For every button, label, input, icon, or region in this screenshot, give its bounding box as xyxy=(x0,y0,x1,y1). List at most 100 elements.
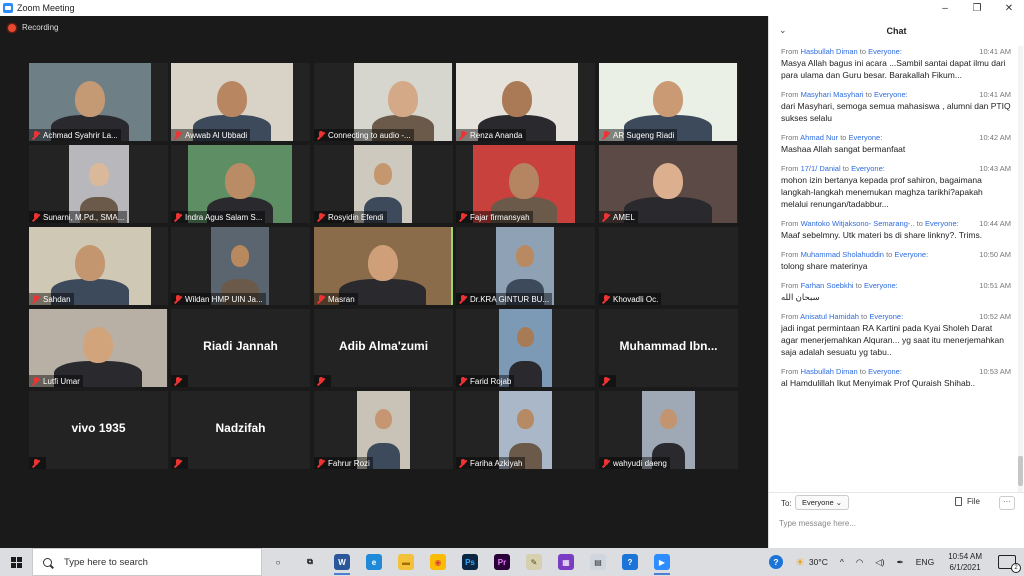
word-taskbar-button[interactable]: W xyxy=(326,548,358,576)
weather-temp[interactable]: 30°C xyxy=(809,557,828,567)
cortana-taskbar-button[interactable]: ○ xyxy=(262,548,294,576)
participant-name: Sahdan xyxy=(43,294,71,304)
participant-display-name: Muhammad Ibn... xyxy=(619,339,718,353)
chat-message-text: al Hamdulillah Ikut Menyimak Prof Qurais… xyxy=(781,378,976,388)
participant-namebar: Fajar firmansyah xyxy=(456,211,533,223)
media-app-taskbar-button[interactable]: ▦ xyxy=(550,548,582,576)
participant-tile[interactable]: Adib Alma'zumi xyxy=(314,309,453,387)
file-explorer-taskbar-button[interactable]: ▬ xyxy=(390,548,422,576)
more-options-button[interactable]: ··· xyxy=(999,496,1015,510)
weather-icon[interactable]: ☀ xyxy=(795,556,805,569)
printer-app-taskbar-button[interactable]: ▤ xyxy=(582,548,614,576)
participant-tile[interactable]: Fajar firmansyah xyxy=(456,145,595,223)
person-face xyxy=(509,163,539,199)
participant-tile[interactable]: Fariha Azkiyah xyxy=(456,391,595,469)
chat-title: Chat xyxy=(886,26,907,36)
chrome-taskbar-button[interactable]: ◉ xyxy=(422,548,454,576)
volume-icon[interactable]: ◁) xyxy=(875,557,884,568)
participant-tile[interactable]: vivo 1935 xyxy=(29,391,168,469)
chat-message-list[interactable]: From Hasbullah Diman to Everyone: 10:41 A… xyxy=(769,46,1024,492)
participant-tile[interactable]: Dr.KRA GINTUR BU... xyxy=(456,227,595,305)
participant-namebar: AR Sugeng Riadi xyxy=(599,129,678,141)
chat-sender[interactable]: Farhan Soebkhi xyxy=(801,281,854,290)
participant-namebar: Rosyidin Efendi xyxy=(314,211,387,223)
chat-sender[interactable]: Hasbullah Diman xyxy=(801,367,858,376)
chat-message: From Farhan Soebkhi to Everyone: 10:51 AM… xyxy=(769,280,1024,303)
chat-message-meta: From Muhammad Sholahuddin to Everyone: 10… xyxy=(781,249,1011,260)
tool-taskbar-button[interactable]: ✎ xyxy=(518,548,550,576)
premiere-taskbar-button[interactable]: Pr xyxy=(486,548,518,576)
recording-dot-icon xyxy=(8,23,16,32)
mic-muted-icon xyxy=(602,294,610,304)
notification-center-icon[interactable]: 2 xyxy=(998,555,1021,573)
participant-tile[interactable]: Farid Rojab xyxy=(456,309,595,387)
participant-tile[interactable]: AR Sugeng Riadi xyxy=(599,63,738,141)
chevron-down-icon[interactable]: ⌄ xyxy=(779,25,787,36)
restore-button[interactable]: ❐ xyxy=(962,0,992,16)
chat-sender[interactable]: Muhammad Sholahuddin xyxy=(801,250,884,259)
participant-tile[interactable]: Masran xyxy=(314,227,453,305)
participant-namebar: Khovadli Oc. xyxy=(599,293,662,305)
taskbar-search-box[interactable]: Type here to search xyxy=(32,548,262,576)
chat-sender[interactable]: Hasbullah Diman xyxy=(801,47,858,56)
participant-tile[interactable]: Khovadli Oc. xyxy=(599,227,738,305)
close-button[interactable]: ✕ xyxy=(994,0,1024,16)
mic-muted-icon xyxy=(174,130,182,140)
pen-icon[interactable]: ✒ xyxy=(897,557,904,568)
chat-message: From Hasbullah Diman to Everyone: 10:41 A… xyxy=(769,46,1024,81)
participant-name: Fahrur Rozi xyxy=(328,458,370,468)
edge-icon: e xyxy=(366,554,382,570)
chat-sender[interactable]: Masyhari Masyhari xyxy=(801,90,864,99)
file-button[interactable]: File xyxy=(955,497,980,506)
participant-tile[interactable]: Indra Agus Salam S... xyxy=(171,145,310,223)
participant-tile[interactable]: AMEL xyxy=(599,145,738,223)
participant-tile[interactable]: Nadzifah xyxy=(171,391,310,469)
participant-tile[interactable]: Sunarni, M.Pd., SMA... xyxy=(29,145,168,223)
recipient-select[interactable]: Everyone ⌄ xyxy=(795,495,850,510)
chat-sender[interactable]: Ahmad Nur xyxy=(800,133,838,142)
show-hidden-icons-chevron-icon[interactable]: ^ xyxy=(840,557,844,567)
chat-scrollbar[interactable] xyxy=(1018,46,1023,492)
minimize-button[interactable]: – xyxy=(930,0,960,16)
task-view-taskbar-button[interactable]: ⧉ xyxy=(294,548,326,576)
language-indicator[interactable]: ENG xyxy=(916,557,934,567)
edge-taskbar-button[interactable]: e xyxy=(358,548,390,576)
clock-time: 10:54 AM xyxy=(948,552,982,561)
participant-tile[interactable]: Awwab Al Ubbadi xyxy=(171,63,310,141)
recording-indicator[interactable]: Recording xyxy=(8,23,58,32)
chat-message-meta: From Ahmad Nur to Everyone: 10:42 AM xyxy=(781,132,1011,143)
chat-message-input[interactable] xyxy=(779,515,1015,531)
participant-tile[interactable]: Renza Ananda xyxy=(456,63,595,141)
chat-message-text: mohon izin bertanya kepada prof sahiron,… xyxy=(781,175,983,209)
participant-tile[interactable]: Fahrur Rozi xyxy=(314,391,453,469)
chat-sender[interactable]: Wantoko Witjaksono- Semarang-.. xyxy=(801,219,915,228)
person-face xyxy=(89,163,109,187)
zoom-taskbar-button[interactable]: ▶ xyxy=(646,548,678,576)
to-label: To: xyxy=(781,499,792,508)
mic-muted-icon xyxy=(174,294,182,304)
photoshop-taskbar-button[interactable]: Ps xyxy=(454,548,486,576)
tool-icon: ✎ xyxy=(526,554,542,570)
help-taskbar-button[interactable]: ? xyxy=(614,548,646,576)
chat-message-sender-line: From Hasbullah Diman to Everyone: xyxy=(781,366,902,377)
network-icon[interactable]: ◠ xyxy=(856,557,863,568)
participant-tile[interactable]: Lutfi Umar xyxy=(29,309,168,387)
clock[interactable]: 10:54 AM 6/1/2021 xyxy=(948,551,982,573)
start-button[interactable] xyxy=(0,548,32,576)
participant-tile[interactable]: Rosyidin Efendi xyxy=(314,145,453,223)
participant-tile[interactable]: Wildan HMP UIN Ja... xyxy=(171,227,310,305)
participant-tile[interactable]: Riadi Jannah xyxy=(171,309,310,387)
participant-tile[interactable]: wahyudi daeng xyxy=(599,391,738,469)
scrollbar-thumb[interactable] xyxy=(1018,456,1023,486)
chat-message-sender-line: From Ahmad Nur to Everyone: xyxy=(781,132,882,143)
help-tray-icon[interactable]: ? xyxy=(768,555,783,569)
chat-sender[interactable]: 17/1/ Danial xyxy=(801,164,841,173)
participant-tile[interactable]: Muhammad Ibn... xyxy=(599,309,738,387)
mic-muted-icon xyxy=(317,212,325,222)
participant-tile[interactable]: Connecting to audio -... xyxy=(314,63,453,141)
participant-name: Achmad Syahrir La... xyxy=(43,130,118,140)
participant-tile[interactable]: Achmad Syahrir La... xyxy=(29,63,168,141)
participant-tile[interactable]: Sahdan xyxy=(29,227,168,305)
chat-sender[interactable]: Anisatul Hamidah xyxy=(800,312,859,321)
search-icon xyxy=(43,557,52,567)
